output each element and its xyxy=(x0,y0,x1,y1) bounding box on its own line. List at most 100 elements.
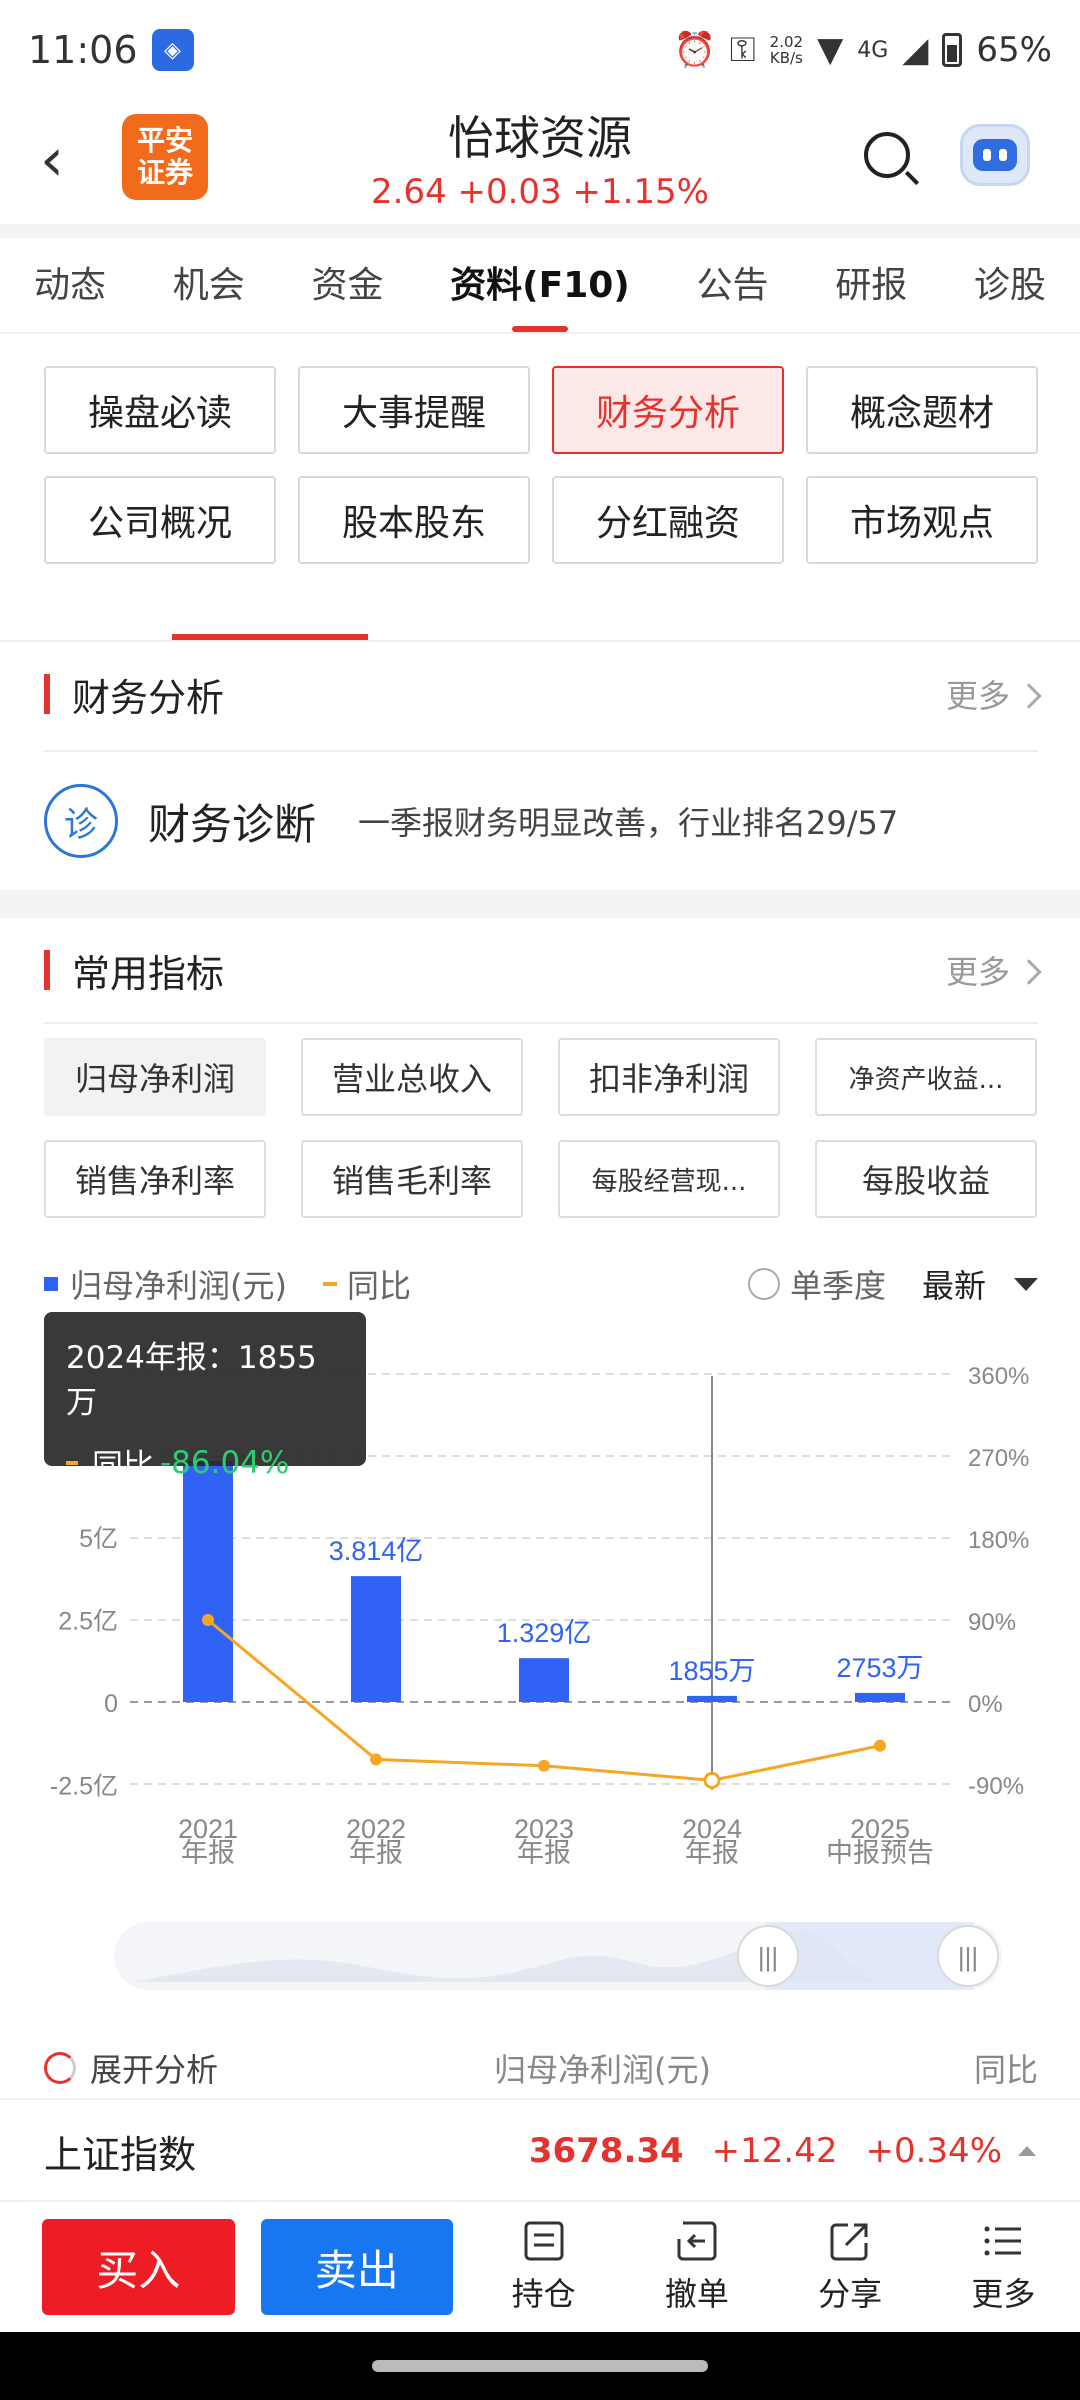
subnav-shareholders[interactable]: 股本股东 xyxy=(298,476,530,564)
chip-roe[interactable]: 净资产收益... xyxy=(815,1038,1037,1116)
subnav-concepts[interactable]: 概念题材 xyxy=(806,366,1038,454)
analysis-column-yoy: 同比 xyxy=(973,2051,1038,2089)
chip-gross-margin[interactable]: 销售毛利率 xyxy=(301,1140,523,1218)
subnav-dividends[interactable]: 分红融资 xyxy=(552,476,784,564)
indicators-section-header: 常用指标 更多 xyxy=(44,940,1042,1000)
status-time: 11:06 xyxy=(28,28,138,72)
tab-opportunities[interactable]: 机会 xyxy=(163,238,255,332)
range-slider[interactable]: ||| ||| xyxy=(114,1922,1002,1990)
chip-deducted-profit[interactable]: 扣非净利润 xyxy=(558,1038,780,1116)
indicator-chips: 归母净利润 营业总收入 扣非净利润 净资产收益... 销售净利率 销售毛利率 每… xyxy=(44,1038,1038,1218)
subnav-company-profile[interactable]: 公司概况 xyxy=(44,476,276,564)
more-button[interactable]: 更多 xyxy=(927,2219,1080,2315)
legend-bar-swatch xyxy=(44,1277,58,1291)
tab-diagnosis[interactable]: 诊股 xyxy=(964,238,1056,332)
bar xyxy=(351,1576,401,1702)
chart-tooltip: 2024年报：1855万 同比 -86.04% xyxy=(44,1312,366,1484)
holdings-icon xyxy=(524,2221,564,2261)
right-axis-tick-label: -90% xyxy=(968,1773,1024,1800)
subnav-events[interactable]: 大事提醒 xyxy=(298,366,530,454)
divider xyxy=(0,640,1080,642)
dropdown-icon[interactable] xyxy=(1014,1277,1038,1291)
period-select[interactable]: 最新 xyxy=(922,1261,986,1307)
yoy-point-highlight xyxy=(703,1771,721,1789)
tab-f10[interactable]: 资料(F10) xyxy=(440,238,640,332)
indicators-more-link[interactable]: 更多 xyxy=(946,947,1042,993)
divider xyxy=(44,1022,1038,1024)
diagnosis-text: 一季报财务明显改善，行业排名29/57 xyxy=(358,804,899,842)
menu-icon xyxy=(984,2226,1022,2256)
yoy-point xyxy=(202,1614,214,1626)
bar xyxy=(519,1658,569,1702)
home-gesture-bar[interactable] xyxy=(372,2360,708,2372)
chevron-right-icon xyxy=(1016,683,1042,709)
finance-more-link[interactable]: 更多 xyxy=(946,671,1042,717)
left-axis-tick-label: 5亿 xyxy=(79,1525,118,1553)
bar-data-label: 3.814亿 xyxy=(329,1536,424,1566)
right-axis-tick-label: 90% xyxy=(968,1609,1016,1636)
quarter-label[interactable]: 单季度 xyxy=(790,1261,886,1307)
battery-icon xyxy=(942,33,963,67)
bar xyxy=(183,1461,233,1702)
right-axis-tick-label: 0% xyxy=(968,1691,1003,1718)
wifi-icon: ▼ xyxy=(817,30,844,70)
section-accent xyxy=(44,950,50,990)
chip-operating-cashflow[interactable]: 每股经营现... xyxy=(558,1140,780,1218)
tab-announcements[interactable]: 公告 xyxy=(686,238,778,332)
stock-header: ‹ 平安 证券 怡球资源 2.64 +0.03 +1.15% xyxy=(0,100,1080,224)
right-axis-tick-label: 180% xyxy=(968,1527,1029,1554)
status-bar: 11:06 ◈ ⏰ ⚿ 2.02 KB/s ▼ 4G ◢ 65% xyxy=(0,0,1080,100)
x-axis-tick-sublabel: 年报 xyxy=(685,1838,739,1868)
status-right: ⏰ ⚿ 2.02 KB/s ▼ 4G ◢ 65% xyxy=(673,30,1052,70)
network-speed: 2.02 KB/s xyxy=(769,33,804,67)
finance-section-header: 财务分析 更多 xyxy=(44,664,1042,724)
index-value: 3678.34 xyxy=(528,2131,684,2171)
expand-up-icon[interactable] xyxy=(1018,2146,1036,2156)
share-button[interactable]: 分享 xyxy=(774,2219,927,2315)
chip-eps[interactable]: 每股收益 xyxy=(815,1140,1037,1218)
sell-button[interactable]: 卖出 xyxy=(260,2219,454,2315)
chip-net-margin[interactable]: 销售净利率 xyxy=(44,1140,266,1218)
cancel-order-icon xyxy=(677,2221,717,2261)
signal-icon: ◢ xyxy=(902,30,929,70)
tooltip-line-swatch xyxy=(66,1460,78,1465)
financial-diagnosis[interactable]: 诊 财务诊断 一季报财务明显改善，行业排名29/57 xyxy=(44,776,1038,866)
tab-research[interactable]: 研报 xyxy=(825,238,917,332)
diagnosis-icon: 诊 xyxy=(44,784,118,858)
index-ticker[interactable]: 上证指数 3678.34 +12.42 +0.34% xyxy=(0,2098,1080,2202)
search-icon[interactable] xyxy=(864,132,910,178)
key-icon: ⚿ xyxy=(729,30,756,70)
back-icon[interactable]: ‹ xyxy=(40,130,64,190)
divider xyxy=(0,224,1080,238)
chip-revenue[interactable]: 营业总收入 xyxy=(301,1038,523,1116)
f10-subnav: 操盘必读 大事提醒 财务分析 概念题材 公司概况 股本股东 分红融资 市场观点 xyxy=(44,366,1038,564)
tooltip-yoy: 同比 -86.04% xyxy=(66,1440,344,1485)
network-type: 4G xyxy=(857,37,889,63)
assistant-robot-icon[interactable] xyxy=(960,124,1030,186)
analysis-header: 展开分析 归母净利润(元) 同比 xyxy=(44,2040,1038,2096)
chip-net-profit[interactable]: 归母净利润 xyxy=(44,1038,266,1116)
tab-dynamics[interactable]: 动态 xyxy=(24,238,116,332)
yoy-point xyxy=(370,1753,382,1766)
section-accent xyxy=(44,674,50,714)
tab-funds[interactable]: 资金 xyxy=(301,238,393,332)
holdings-button[interactable]: 持仓 xyxy=(467,2219,620,2315)
section-title: 财务分析 xyxy=(72,675,225,720)
diagnosis-title: 财务诊断 xyxy=(148,799,317,849)
subnav-must-read[interactable]: 操盘必读 xyxy=(44,366,276,454)
left-axis-tick-label: -2.5亿 xyxy=(50,1773,118,1801)
subnav-market-views[interactable]: 市场观点 xyxy=(806,476,1038,564)
share-icon xyxy=(830,2223,868,2261)
expand-analysis[interactable]: 展开分析 xyxy=(90,2045,218,2091)
buy-button[interactable]: 买入 xyxy=(42,2219,235,2315)
chart-legend: 归母净利润(元) 同比 单季度 最新 xyxy=(44,1258,1038,1310)
subnav-financial-analysis[interactable]: 财务分析 xyxy=(552,366,784,454)
analysis-column-profit: 归母净利润(元) xyxy=(494,2051,711,2089)
index-percent: +0.34% xyxy=(865,2131,1003,2171)
quarter-radio[interactable] xyxy=(747,1268,780,1300)
yoy-point xyxy=(874,1739,886,1752)
cancel-order-button[interactable]: 撤单 xyxy=(620,2219,773,2315)
left-axis-tick-label: 2.5亿 xyxy=(58,1608,118,1636)
bar xyxy=(687,1695,737,1702)
battery-level: 65% xyxy=(976,30,1052,70)
